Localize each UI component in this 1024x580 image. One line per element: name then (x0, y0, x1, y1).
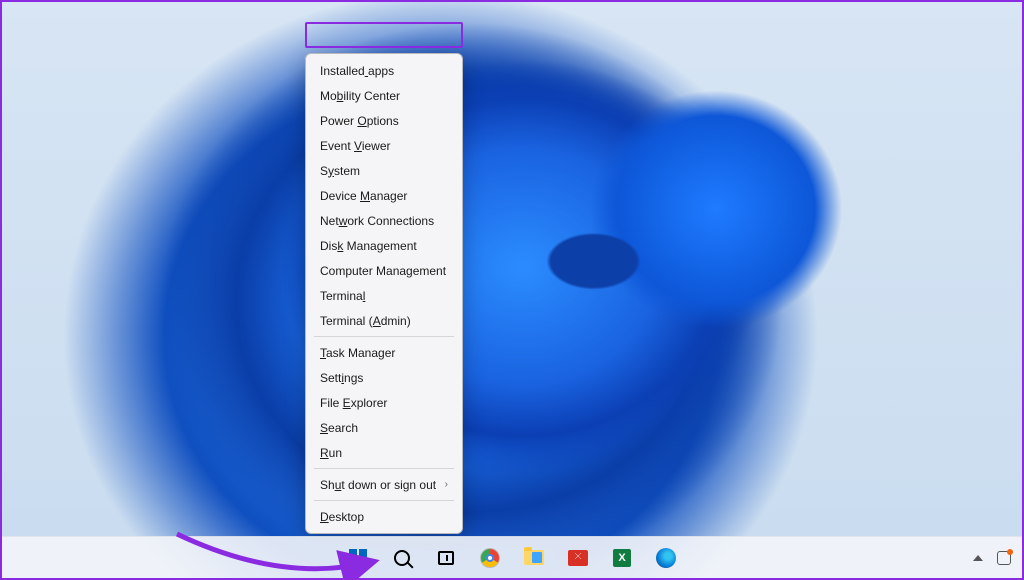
mail-icon[interactable] (560, 540, 596, 576)
menu-item-label: File Explorer (320, 396, 387, 410)
menu-separator (314, 500, 454, 501)
menu-item-installed-apps[interactable]: Installed apps (306, 58, 462, 83)
menu-item-label: Computer Management (320, 264, 446, 278)
notifications-icon[interactable] (994, 540, 1014, 576)
task-view-icon (438, 551, 454, 565)
menu-item-label: Terminal (320, 289, 365, 303)
menu-item-label: Network Connections (320, 214, 434, 228)
menu-item-label: Disk Management (320, 239, 417, 253)
mail-icon (568, 550, 588, 566)
tray-overflow-icon[interactable] (968, 540, 988, 576)
menu-item-system[interactable]: System (306, 158, 462, 183)
menu-item-run[interactable]: Run (306, 440, 462, 465)
chrome-icon (480, 548, 500, 568)
menu-item-terminal-admin[interactable]: Terminal (Admin) (306, 308, 462, 333)
start-icon (349, 549, 367, 567)
winx-context-menu: Installed apps Mobility Center Power Optio… (305, 53, 463, 534)
desktop-wallpaper (2, 2, 1022, 578)
menu-item-label: System (320, 164, 360, 178)
file-explorer-icon (524, 550, 544, 565)
menu-item-label: Shut down or sign out (320, 478, 436, 492)
menu-item-power-options[interactable]: Power Options (306, 108, 462, 133)
menu-item-label: Terminal (Admin) (320, 314, 411, 328)
menu-item-label: Settings (320, 371, 363, 385)
menu-item-search[interactable]: Search (306, 415, 462, 440)
menu-item-file-explorer[interactable]: File Explorer (306, 390, 462, 415)
menu-item-label: Desktop (320, 510, 364, 524)
excel-icon[interactable]: X (604, 540, 640, 576)
menu-item-shutdown[interactable]: Shut down or sign out › (306, 472, 462, 497)
start-button[interactable] (340, 540, 376, 576)
menu-item-device-manager[interactable]: Device Manager (306, 183, 462, 208)
chrome-icon[interactable] (472, 540, 508, 576)
menu-item-disk-management[interactable]: Disk Management (306, 233, 462, 258)
menu-item-label: Run (320, 446, 342, 460)
menu-item-settings[interactable]: Settings (306, 365, 462, 390)
menu-item-computer-management[interactable]: Computer Management (306, 258, 462, 283)
menu-item-label: Device Manager (320, 189, 407, 203)
search-button[interactable] (384, 540, 420, 576)
menu-item-label: Search (320, 421, 358, 435)
menu-item-label: Event Viewer (320, 139, 391, 153)
search-icon (394, 550, 410, 566)
menu-item-label: Task Manager (320, 346, 395, 360)
menu-item-event-viewer[interactable]: Event Viewer (306, 133, 462, 158)
menu-item-label: Mobility Center (320, 89, 400, 103)
menu-item-terminal[interactable]: Terminal (306, 283, 462, 308)
file-explorer-icon[interactable] (516, 540, 552, 576)
menu-item-task-manager[interactable]: Task Manager (306, 340, 462, 365)
taskbar: X (2, 536, 1022, 578)
menu-item-desktop[interactable]: Desktop (306, 504, 462, 529)
edge-icon (656, 548, 676, 568)
menu-separator (314, 336, 454, 337)
menu-item-label: Installed apps (320, 64, 394, 78)
excel-icon: X (613, 549, 631, 567)
submenu-arrow-icon: › (445, 479, 448, 490)
menu-item-network-connections[interactable]: Network Connections (306, 208, 462, 233)
menu-separator (314, 468, 454, 469)
edge-icon[interactable] (648, 540, 684, 576)
menu-item-mobility-center[interactable]: Mobility Center (306, 83, 462, 108)
menu-item-label: Power Options (320, 114, 399, 128)
task-view-button[interactable] (428, 540, 464, 576)
